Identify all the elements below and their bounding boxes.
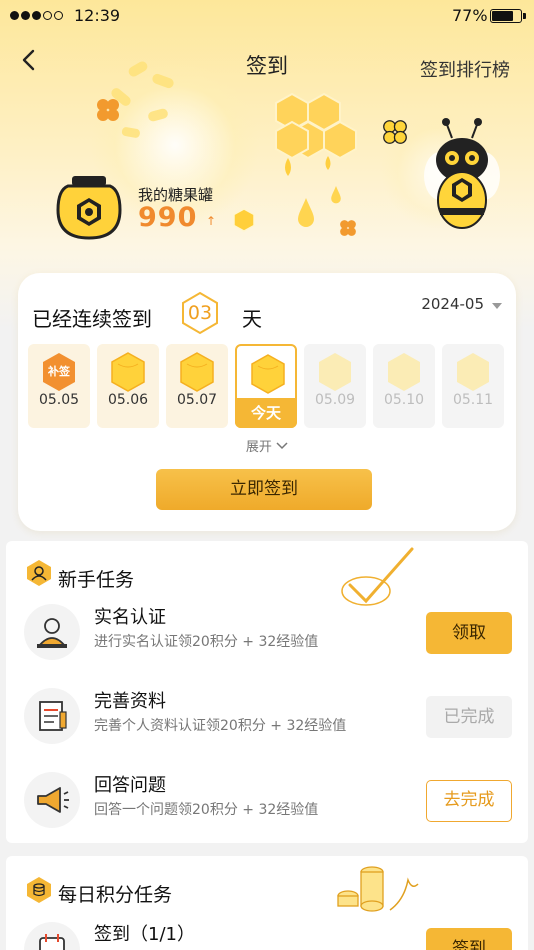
day-cell-signed[interactable]: 05.06 [97,344,159,428]
day-date: 05.06 [107,392,149,408]
status-bar: 12:39 77% [0,0,534,32]
caret-down-icon[interactable] [492,303,502,309]
task-icon [24,772,80,828]
streak-unit: 天 [242,307,262,331]
day-cell-signed[interactable]: 05.07 [166,344,228,428]
profile-document-icon [39,701,67,731]
honey-hexagon-icon [180,352,214,392]
battery-icon [490,9,526,23]
honey-drop-icon [331,186,341,204]
day-cell-future: 05.09 [304,344,366,428]
id-card-person-icon [37,618,67,648]
honey-hexagon-faded-icon [319,353,351,391]
task-description: 进行实名认证领20积分 + 32经验值 [94,634,319,650]
chevron-down-icon [276,442,288,450]
streak-days: 03 [187,302,213,324]
task-icon [24,688,80,744]
hexagon-person-icon [27,560,51,586]
day-date: 05.09 [314,392,356,408]
clover-icon [97,99,119,121]
hexagon-coins-icon [27,877,51,903]
daily-tasks-section: 每日积分任务 签到（1/1） 签到 [6,856,528,950]
task-title: 实名认证 [94,607,166,628]
coin-stack-decoration-icon [337,866,419,912]
clover-icon [383,120,407,144]
honey-hexagon-faded-icon [457,353,489,391]
signal-strength-icon [10,11,63,20]
checkin-card: 已经连续签到 03 天 2024-05 补签 05.05 05.06 05.07… [18,273,516,531]
task-title: 回答问题 [94,775,166,796]
today-badge: 今天 [235,398,297,428]
makeup-badge: 补签 [48,365,70,378]
task-icon [24,922,80,950]
newbie-tasks-section: 新手任务 实名认证 进行实名认证领20积分 + 32经验值 领取 完善资料 完善… [6,541,528,843]
task-description: 回答一个问题领20积分 + 32经验值 [94,802,319,818]
honey-hexagon-icon [251,354,285,394]
increase-arrow-icon: ↑ [206,214,217,228]
day-cell-makeup[interactable]: 补签 05.05 [28,344,90,428]
day-cell-future: 05.10 [373,344,435,428]
candy-coin-icon [233,208,255,232]
expand-toggle[interactable]: 展开 [18,436,516,455]
calendar-icon [39,934,65,950]
checkin-now-button[interactable]: 立即签到 [156,469,372,510]
task-description: 完善个人资料认证领20积分 + 32经验值 [94,718,347,734]
section-title: 每日积分任务 [58,884,173,906]
claim-button[interactable]: 领取 [426,612,512,654]
status-time: 12:39 [74,6,121,25]
checkmark-decoration-icon [341,547,414,606]
task-icon [24,604,80,660]
clover-icon [340,220,356,236]
ranking-link[interactable]: 签到排行榜 [420,56,510,82]
expand-label: 展开 [245,440,272,455]
day-date: 05.05 [38,392,80,408]
megaphone-icon [37,787,69,813]
honeycomb-icon [275,92,357,176]
day-date: 05.11 [452,392,494,408]
task-title: 签到（1/1） [94,924,195,945]
go-complete-button[interactable]: 去完成 [426,780,512,822]
task-title: 完善资料 [94,691,166,712]
month-selector[interactable]: 2024-05 [421,295,484,313]
section-title: 新手任务 [58,569,135,591]
honey-hexagon-faded-icon [388,353,420,391]
day-date: 05.07 [176,392,218,408]
battery-percentage: 77% [452,6,488,25]
daily-checkin-button[interactable]: 签到 [426,928,512,950]
day-cell-future: 05.11 [442,344,504,428]
candy-count: 990 [138,202,198,233]
day-date: 05.10 [383,392,425,408]
streak-label: 已经连续签到 [32,307,152,331]
honey-drop-icon [298,198,314,227]
honey-hexagon-icon [111,352,145,392]
day-cell-today[interactable]: 今天 [235,344,297,428]
bee-mascot-icon [424,118,500,229]
candy-jar-icon [56,176,122,240]
completed-button: 已完成 [426,696,512,738]
